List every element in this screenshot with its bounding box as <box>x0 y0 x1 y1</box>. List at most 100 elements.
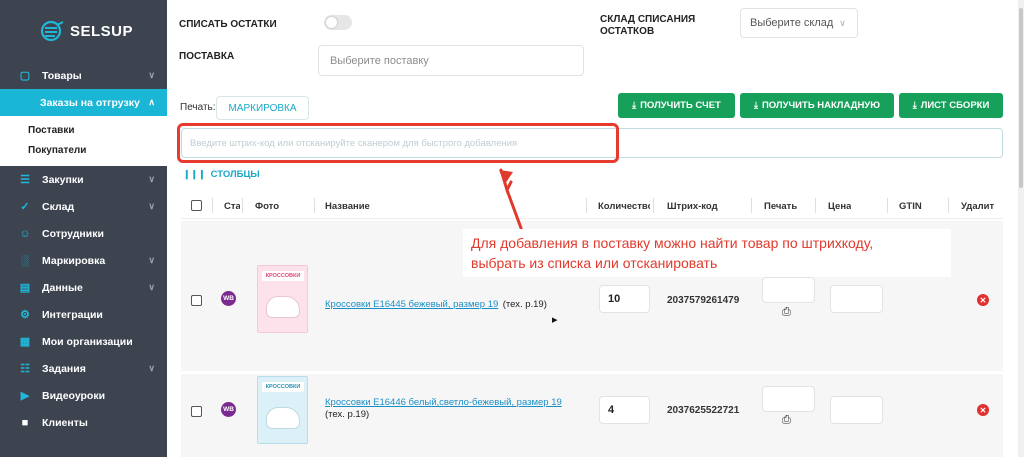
page-scrollbar[interactable] <box>1018 0 1024 457</box>
scrollbar-thumb[interactable] <box>1019 8 1023 188</box>
chevron-down-icon: ∨ <box>839 17 846 28</box>
sidebar-item-marking[interactable]: ░ Маркировка ∨ <box>0 247 167 274</box>
chevron-down-icon: ∨ <box>148 70 155 80</box>
sidebar-item-video-lessons[interactable]: ▶ Видеоуроки <box>0 382 167 409</box>
sidebar-item-label: Мои организации <box>42 335 133 348</box>
column-header-status[interactable]: Ста <box>224 201 240 212</box>
sidebar-item-purchases[interactable]: ☰ Закупки ∨ <box>0 166 167 193</box>
get-waybill-button[interactable]: ⤓ ПОЛУЧИТЬ НАКЛАДНУЮ <box>740 93 894 118</box>
print-count-input[interactable] <box>762 277 815 303</box>
column-header-price[interactable]: Цена <box>828 201 851 212</box>
quantity-input[interactable]: 4 <box>599 396 650 424</box>
barcode-value: 2037625522721 <box>667 405 740 416</box>
select-all-checkbox[interactable] <box>191 200 202 214</box>
chevron-down-icon: ∨ <box>148 201 155 211</box>
tab-marking-label: МАРКИРОВКА <box>228 102 297 114</box>
main-content: СПИСАТЬ ОСТАТКИ СКЛАД СПИСАНИЯ ОСТАТКОВ … <box>167 0 1019 457</box>
price-input[interactable] <box>830 285 883 313</box>
annotation-line-1: Для добавления в поставку можно найти то… <box>471 235 874 251</box>
wildberries-badge: WB <box>221 402 236 417</box>
row-checkbox[interactable] <box>191 293 202 311</box>
warehouse-select[interactable]: Выберите склад ∨ <box>740 8 858 38</box>
delete-icon[interactable]: ✕ <box>977 404 989 416</box>
product-note: (тех. р.19) <box>325 409 370 420</box>
printer-icon[interactable]: ⎙ <box>782 414 791 427</box>
column-header-gtin[interactable]: GTIN <box>899 201 922 212</box>
column-header-photo[interactable]: Фото <box>255 201 279 212</box>
column-separator <box>887 198 888 213</box>
product-photo[interactable]: КРОССОВКИ <box>257 376 308 444</box>
mouse-cursor-icon: ▸ <box>552 314 558 326</box>
download-icon: ⤓ <box>912 100 917 110</box>
column-header-barcode[interactable]: Штрих-код <box>667 201 718 212</box>
annotation-callout: Для добавления в поставку можно найти то… <box>463 229 951 277</box>
sidebar-item-tasks[interactable]: ☷ Задания ∨ <box>0 355 167 382</box>
warehouse-select-value: Выберите склад <box>750 17 834 29</box>
sidebar-item-label: Закупки <box>42 173 84 186</box>
sidebar-item-my-organizations[interactable]: ▦ Мои организации <box>0 328 167 355</box>
sidebar-submenu: Поставки Покупатели <box>0 116 167 166</box>
column-separator <box>242 198 243 213</box>
sidebar-item-products[interactable]: ▢ Товары ∨ <box>0 62 167 89</box>
column-header-quantity[interactable]: Количество <box>598 201 650 212</box>
annotation-line-2: выбрать из списка или отсканировать <box>471 255 718 271</box>
warehouse-label-line1: СКЛАД СПИСАНИЯ <box>600 14 696 25</box>
download-icon: ⤓ <box>632 100 637 110</box>
column-header-delete[interactable]: Удалит <box>961 201 1001 212</box>
annotation-arrow-icon <box>499 168 523 230</box>
column-header-name[interactable]: Название <box>325 201 370 212</box>
cart-icon: ☰ <box>20 174 30 186</box>
get-invoice-label: ПОЛУЧИТЬ СЧЕТ <box>640 100 721 111</box>
sidebar-item-integrations[interactable]: ⚙ Интеграции <box>0 301 167 328</box>
column-separator <box>751 198 752 213</box>
brand-name: SELSUP <box>70 22 134 40</box>
print-count-input[interactable] <box>762 386 815 412</box>
sidebar-subitem-supplies[interactable]: Поставки <box>0 120 167 140</box>
delete-icon[interactable]: ✕ <box>977 294 989 306</box>
sidebar-item-label: Задания <box>42 362 86 375</box>
printer-icon[interactable]: ⎙ <box>782 306 791 319</box>
row-checkbox[interactable] <box>191 404 202 422</box>
product-photo[interactable]: КРОССОВКИ <box>257 265 308 333</box>
table-row: WB КРОССОВКИ Кроссовки E16446 белый,свет… <box>181 374 1003 457</box>
sidebar-item-clients[interactable]: ■ Клиенты <box>0 409 167 436</box>
writeoff-label: СПИСАТЬ ОСТАТКИ <box>179 19 277 30</box>
sneaker-image <box>266 407 300 429</box>
building-icon: ▦ <box>19 336 31 348</box>
sidebar-item-label: Клиенты <box>42 416 88 429</box>
column-header-print[interactable]: Печать <box>764 201 797 212</box>
product-note: (тех. р.19) <box>502 299 547 310</box>
columns-settings-link[interactable]: ❙❙❙ СТОЛБЦЫ <box>183 169 260 180</box>
product-name-link[interactable]: Кроссовки E16445 бежевый, размер 19 <box>325 299 498 310</box>
sidebar-subitem-buyers[interactable]: Покупатели <box>0 140 167 160</box>
table-header: Ста Фото Название Количество Штрих-код П… <box>181 193 1003 219</box>
product-name-cell: Кроссовки E16445 бежевый, размер 19 (тех… <box>325 294 585 312</box>
assembly-sheet-button[interactable]: ⤓ ЛИСТ СБОРКИ <box>899 93 1003 118</box>
column-separator <box>653 198 654 213</box>
sidebar-item-data[interactable]: ▤ Данные ∨ <box>0 274 167 301</box>
print-label: Печать: <box>180 102 216 113</box>
logo[interactable]: SELSUP <box>0 0 167 62</box>
columns-icon: ❙❙❙ <box>183 169 206 179</box>
get-invoice-button[interactable]: ⤓ ПОЛУЧИТЬ СЧЕТ <box>618 93 735 118</box>
get-waybill-label: ПОЛУЧИТЬ НАКЛАДНУЮ <box>761 100 881 111</box>
sidebar-item-employees[interactable]: ☺ Сотрудники <box>0 220 167 247</box>
product-name-link[interactable]: Кроссовки E16446 белый,светло-бежевый, р… <box>325 396 585 409</box>
supply-select[interactable]: Выберите поставку <box>318 45 584 76</box>
sidebar-item-warehouse[interactable]: ✓ Склад ∨ <box>0 193 167 220</box>
column-separator <box>586 198 587 213</box>
barcode-value: 2037579261479 <box>667 295 740 306</box>
sneaker-image <box>266 296 300 318</box>
person-icon: ☺ <box>19 227 31 240</box>
photo-tag: КРОССОВКИ <box>262 271 304 281</box>
tab-marking[interactable]: МАРКИРОВКА <box>216 96 309 120</box>
play-icon: ▶ <box>20 390 30 402</box>
column-separator <box>314 198 315 213</box>
sidebar: SELSUP ▢ Товары ∨ Заказы на отгрузку ∧ П… <box>0 0 167 457</box>
barcode-icon: ░ <box>21 254 29 267</box>
writeoff-toggle[interactable] <box>324 15 352 30</box>
quantity-input[interactable]: 10 <box>599 285 650 313</box>
sidebar-item-label: Интеграции <box>42 308 103 321</box>
price-input[interactable] <box>830 396 883 424</box>
sidebar-item-shipment-orders[interactable]: Заказы на отгрузку ∧ <box>0 89 167 116</box>
